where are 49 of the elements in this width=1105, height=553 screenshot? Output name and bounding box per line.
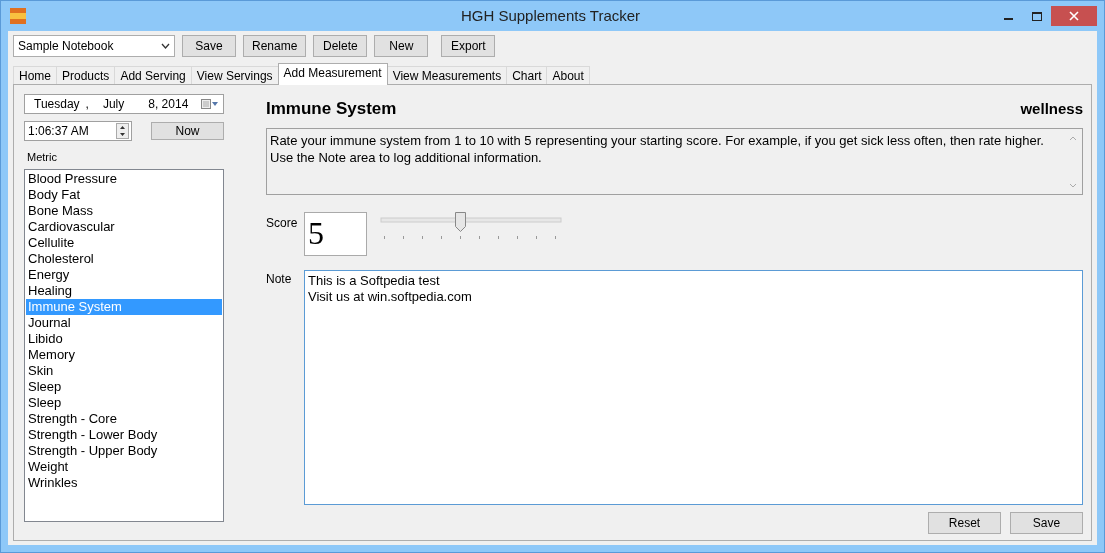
description-text: Use the Note area to log additional information.	[270, 148, 543, 166]
note-field[interactable]: This is a Softpedia test Visit us at win.softpedia.com	[304, 269, 1083, 505]
app-icon	[10, 8, 26, 24]
calendar-icon	[201, 99, 219, 109]
note-text: Visit us at win.softpedia.com	[308, 288, 473, 305]
caret-icon	[161, 43, 170, 49]
now-button[interactable]: Now	[151, 122, 224, 140]
date-picker[interactable]: Tuesday , July 8, 2014	[24, 94, 224, 114]
field-label: Note	[266, 270, 293, 288]
list-item[interactable]: Sleep	[26, 394, 222, 411]
notebook-dropdown[interactable]: Sample Notebook	[13, 35, 175, 57]
list-item[interactable]: Strength - Core	[26, 410, 222, 427]
list-item[interactable]: Strength - Lower Body	[26, 426, 222, 443]
category-label: wellness	[1020, 98, 1083, 119]
score-slider[interactable]	[379, 211, 563, 242]
list-item[interactable]: Energy	[26, 266, 222, 283]
list-item[interactable]: Skin	[26, 362, 222, 379]
list-item[interactable]: Cellulite	[26, 234, 222, 251]
toolbar-button[interactable]: Export	[441, 35, 496, 57]
slider-thumb[interactable]	[454, 211, 466, 232]
toolbar-button[interactable]: Save	[182, 35, 236, 57]
list-item[interactable]: Wrinkles	[26, 474, 222, 491]
metric-heading: Immune System	[266, 98, 397, 120]
list-item[interactable]: Blood Pressure	[26, 170, 222, 187]
spinner-icon[interactable]	[116, 123, 129, 139]
description-text: Rate your immune system from 1 to 10 with 5 representing your starting score. For example, if you get sick less often, then rate higher.	[270, 131, 1045, 149]
list-item[interactable]: Libido	[26, 330, 222, 347]
score-field[interactable]: 5	[304, 211, 367, 256]
list-item[interactable]: Healing	[26, 282, 222, 299]
list-item[interactable]: Memory	[26, 346, 222, 363]
list-item[interactable]: Strength - Upper Body	[26, 442, 222, 459]
list-item[interactable]: Cardiovascular	[26, 218, 222, 235]
footer-button[interactable]: Save	[1010, 512, 1083, 534]
toolbar-button[interactable]: New	[374, 35, 429, 57]
list-item[interactable]: Cholesterol	[26, 250, 222, 267]
note-text: This is a Softpedia test	[308, 272, 441, 289]
field-label: Metric	[27, 150, 58, 165]
footer-button[interactable]: Reset	[928, 512, 1001, 534]
list-item[interactable]: Body Fat	[26, 186, 222, 203]
list-item[interactable]: Weight	[26, 458, 222, 475]
list-item[interactable]: Bone Mass	[26, 202, 222, 219]
field-label: Score	[266, 214, 299, 232]
time-field[interactable]: 1:06:37 AM	[24, 121, 132, 141]
list-item[interactable]: Journal	[26, 314, 222, 331]
list-item[interactable]: Sleep	[26, 378, 222, 395]
toolbar-button[interactable]: Rename	[243, 35, 307, 57]
toolbar-button[interactable]: Delete	[313, 35, 368, 57]
window-title: HGH Supplements Tracker	[459, 5, 642, 26]
tab[interactable]: Add Measurement	[277, 63, 388, 85]
